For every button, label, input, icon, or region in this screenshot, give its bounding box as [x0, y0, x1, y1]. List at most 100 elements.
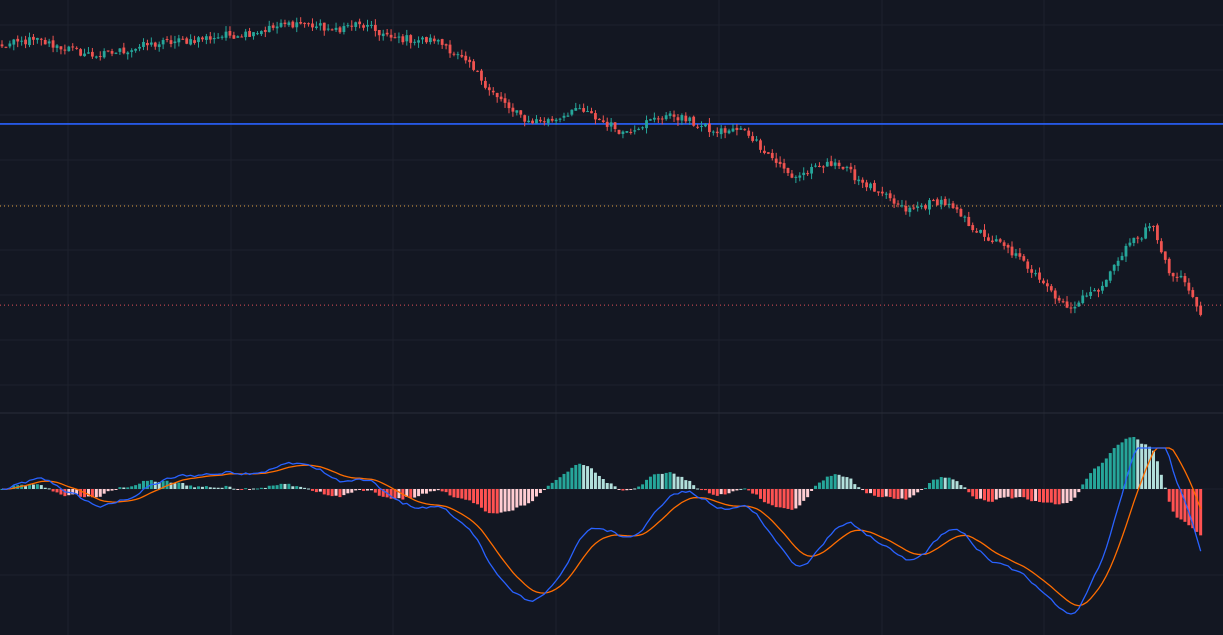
- candle-body: [43, 39, 47, 45]
- candle-body: [1199, 305, 1203, 315]
- macd-histogram-bar: [523, 489, 527, 506]
- candle-body: [83, 53, 86, 57]
- candle: [711, 130, 715, 136]
- macd-histogram-bar: [546, 485, 550, 489]
- macd-histogram-bar: [719, 489, 723, 495]
- macd-histogram-bar: [990, 489, 994, 502]
- macd-histogram-bar: [197, 486, 200, 489]
- candle: [468, 56, 472, 68]
- candle-body: [480, 70, 483, 81]
- candle: [330, 28, 334, 31]
- candle-body: [507, 102, 511, 109]
- macd-histogram-bar: [346, 489, 350, 494]
- macd-histogram-bar: [931, 479, 935, 489]
- candle-body: [774, 158, 778, 163]
- candle: [967, 211, 971, 227]
- candle: [896, 200, 900, 208]
- candle: [613, 122, 617, 133]
- macd-histogram-bar: [696, 488, 700, 490]
- candle-body: [165, 39, 169, 41]
- macd-histogram-bar: [542, 489, 546, 491]
- macd-histogram-bar: [986, 489, 990, 502]
- price-and-macd-chart[interactable]: [0, 0, 1223, 635]
- candle-body: [252, 32, 255, 37]
- candle: [39, 37, 43, 46]
- candle-body: [755, 139, 758, 141]
- candle-body: [1124, 245, 1128, 257]
- macd-histogram-bar: [778, 489, 782, 508]
- candle-body: [1191, 290, 1195, 297]
- candle: [959, 207, 963, 218]
- macd-histogram-bar: [731, 489, 735, 492]
- macd-histogram-bar: [920, 489, 924, 490]
- candle-body: [896, 203, 900, 205]
- candle-body: [287, 22, 291, 26]
- candle: [943, 196, 947, 206]
- candle: [641, 126, 644, 131]
- candle-body: [1187, 282, 1191, 291]
- macd-histogram-bar: [1038, 489, 1042, 503]
- macd-histogram-bar: [617, 489, 621, 490]
- candle-body: [1159, 241, 1163, 253]
- candle-body: [825, 161, 829, 167]
- candle-body: [531, 120, 534, 124]
- candle: [342, 22, 346, 35]
- candle-body: [629, 131, 633, 133]
- candle-body: [892, 198, 896, 204]
- candle: [880, 186, 884, 197]
- candle-body: [1116, 260, 1120, 266]
- candle: [1148, 222, 1151, 232]
- candle: [719, 124, 723, 139]
- macd-histogram-bar: [334, 489, 338, 496]
- chart-canvas[interactable]: [0, 0, 1223, 635]
- candle-body: [35, 37, 39, 40]
- candle: [1120, 252, 1124, 261]
- candle-body: [876, 191, 880, 193]
- macd-histogram-bar: [1199, 489, 1203, 536]
- candle-body: [1097, 290, 1100, 292]
- candle-body: [1085, 295, 1089, 297]
- candle-body: [366, 24, 369, 27]
- candle-body: [908, 207, 912, 213]
- macd-histogram-bar: [684, 480, 688, 489]
- candle: [766, 152, 770, 155]
- candle-body: [1049, 286, 1053, 291]
- candle: [71, 43, 75, 51]
- candle: [535, 115, 538, 124]
- candle-body: [818, 165, 821, 168]
- candle: [287, 20, 291, 27]
- candle-body: [837, 162, 841, 167]
- candle-body: [87, 52, 90, 54]
- candle-body: [63, 49, 67, 51]
- candle: [1112, 264, 1116, 275]
- macd-histogram-bar: [814, 485, 818, 489]
- candle-body: [436, 40, 440, 42]
- macd-histogram-bar: [444, 489, 448, 493]
- macd-histogram-bar: [252, 488, 256, 490]
- macd-histogram-bar: [130, 486, 134, 489]
- candle-body: [460, 55, 464, 57]
- candle: [774, 152, 778, 168]
- candle: [708, 118, 711, 137]
- candle: [248, 27, 251, 37]
- candle-body: [110, 51, 114, 54]
- candle-body: [149, 42, 153, 45]
- candle: [731, 123, 735, 133]
- candle: [295, 17, 299, 33]
- candle: [802, 167, 806, 181]
- macd-histogram-bar: [872, 489, 876, 496]
- macd-histogram-bar: [817, 482, 821, 489]
- candle-body: [487, 87, 491, 91]
- candle: [1171, 272, 1175, 282]
- candle-body: [177, 38, 181, 43]
- candle: [59, 46, 63, 55]
- candle-body: [126, 52, 130, 55]
- candle: [837, 160, 841, 169]
- candle-body: [1030, 269, 1034, 273]
- candle-body: [283, 22, 287, 25]
- candle-body: [979, 229, 982, 233]
- candle-body: [377, 30, 381, 36]
- candle: [440, 38, 444, 49]
- candle-body: [939, 199, 943, 205]
- macd-histogram-bar: [1159, 474, 1163, 489]
